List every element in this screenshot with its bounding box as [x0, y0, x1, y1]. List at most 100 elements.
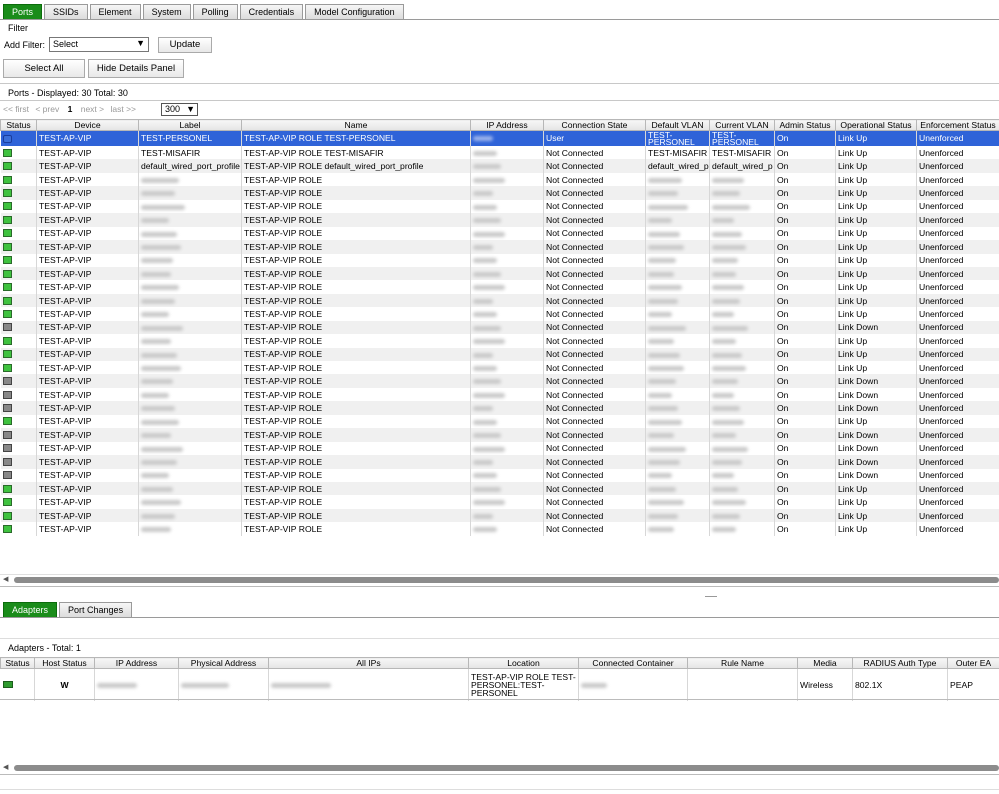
table-row[interactable]: TEST-AP-VIP TEST-AP-VIP ROLE Not Connected…	[0, 213, 999, 227]
column-header[interactable]: Enforcement Status	[916, 119, 999, 131]
column-header[interactable]: Current VLAN	[709, 119, 775, 131]
oper-cell: Link Up	[835, 495, 917, 509]
column-header[interactable]: Status	[0, 657, 35, 669]
table-row[interactable]: TEST-AP-VIP TEST-AP-VIP ROLE Not Connected…	[0, 428, 999, 442]
adapters-count: Adapters - Total: 1	[8, 643, 81, 653]
table-row[interactable]: TEST-AP-VIP TEST-AP-VIP ROLE Not Connected…	[0, 468, 999, 482]
connection-cell: Not Connected	[543, 307, 646, 321]
column-header[interactable]: Location	[468, 657, 579, 669]
table-row[interactable]: TEST-AP-VIP TEST-AP-VIP ROLE Not Connected…	[0, 414, 999, 429]
name-cell: TEST-AP-VIP ROLE	[241, 347, 471, 361]
label-cell	[138, 226, 242, 241]
table-row[interactable]: TEST-AP-VIP TEST-AP-VIP ROLE Not Connected…	[0, 495, 999, 509]
label-cell	[138, 253, 242, 267]
column-header[interactable]: Host Status	[34, 657, 95, 669]
port-down-icon	[2, 444, 12, 453]
select-all-button[interactable]: Select All	[3, 59, 85, 78]
table-row[interactable]: TEST-AP-VIP TEST-AP-VIP ROLE Not Connected…	[0, 280, 999, 294]
table-row[interactable]: TEST-AP-VIP TEST-AP-VIP ROLE Not Connected…	[0, 441, 999, 456]
left-arrow-icon[interactable]: ◀	[3, 763, 8, 771]
pager-prev[interactable]: < prev	[35, 104, 59, 114]
table-row[interactable]: TEST-AP-VIP TEST-AP-VIP ROLE Not Connected…	[0, 172, 999, 187]
ip-cell	[470, 441, 544, 456]
table-row[interactable]: TEST-AP-VIP TEST-AP-VIP ROLE Not Connected…	[0, 199, 999, 214]
port-up-icon	[2, 242, 12, 251]
column-header[interactable]: Connection State	[543, 119, 646, 131]
update-button[interactable]: Update	[158, 37, 212, 53]
column-header[interactable]: Name	[241, 119, 471, 131]
table-row[interactable]: TEST-AP-VIP TEST-AP-VIP ROLE Not Connected…	[0, 522, 999, 536]
table-row[interactable]: TEST-AP-VIP TEST-AP-VIP ROLE Not Connected…	[0, 334, 999, 348]
hide-details-button[interactable]: Hide Details Panel	[88, 59, 184, 78]
table-row[interactable]: TEST-AP-VIP TEST-AP-VIP ROLE Not Connected…	[0, 320, 999, 335]
column-header[interactable]: IP Address	[470, 119, 544, 131]
column-header[interactable]: RADIUS Auth Type	[852, 657, 948, 669]
table-row[interactable]: TEST-AP-VIP TEST-AP-VIP ROLE Not Connected…	[0, 253, 999, 267]
tab-polling[interactable]: Polling	[192, 4, 238, 19]
column-header[interactable]: Rule Name	[687, 657, 798, 669]
status-cell	[0, 334, 37, 348]
pager-last[interactable]: last >>	[111, 104, 137, 114]
table-row[interactable]: TEST-AP-VIP TEST-AP-VIP ROLE Not Connected…	[0, 455, 999, 469]
tab-element[interactable]: Element	[89, 4, 141, 19]
current-vlan-cell: TEST-PERSONEL	[709, 130, 775, 146]
table-row[interactable]: TEST-AP-VIP TEST-AP-VIP ROLE Not Connected…	[0, 307, 999, 321]
filter-select[interactable]: Select ▼	[49, 37, 149, 52]
table-row[interactable]: TEST-AP-VIP TEST-AP-VIP ROLE Not Connected…	[0, 293, 999, 308]
tab-credentials[interactable]: Credentials	[239, 4, 304, 19]
column-header[interactable]: IP Address	[94, 657, 179, 669]
table-row[interactable]: TEST-AP-VIP TEST-AP-VIP ROLE Not Connected…	[0, 347, 999, 361]
per-page-select[interactable]: 300 ▼	[161, 103, 198, 116]
tab-model-configuration[interactable]: Model Configuration	[305, 4, 404, 19]
table-row[interactable]: TEST-AP-VIP TEST-AP-VIP ROLE Not Connected…	[0, 401, 999, 415]
ports-hscrollbar[interactable]	[14, 577, 999, 583]
table-row[interactable]: TEST-AP-VIP TEST-AP-VIP ROLE Not Connected…	[0, 361, 999, 375]
tab-ports[interactable]: Ports	[3, 4, 43, 19]
table-row[interactable]: TEST-AP-VIP TEST-AP-VIP ROLE Not Connected…	[0, 226, 999, 241]
ip-cell	[470, 361, 544, 375]
column-header[interactable]: Physical Address	[178, 657, 269, 669]
pager-next[interactable]: next >	[81, 104, 104, 114]
adapter-row[interactable]: W TEST-AP-VIP ROLE TEST-PERSONEL:TEST-PE…	[0, 668, 999, 701]
enforcement-cell: Unenforced	[916, 226, 999, 241]
table-row[interactable]: TEST-AP-VIP TEST-AP-VIP ROLE Not Connected…	[0, 508, 999, 523]
column-header[interactable]: Operational Status	[835, 119, 917, 131]
column-header[interactable]: Admin Status	[774, 119, 836, 131]
table-row[interactable]: TEST-AP-VIP TEST-AP-VIP ROLE Not Connected…	[0, 387, 999, 402]
name-cell: TEST-AP-VIP ROLE	[241, 334, 471, 348]
table-row[interactable]: TEST-AP-VIP TEST-MISAFIR TEST-AP-VIP ROLE …	[0, 146, 999, 160]
connection-cell: Not Connected	[543, 172, 646, 187]
column-header[interactable]: Connected Container	[578, 657, 688, 669]
connection-cell: Not Connected	[543, 481, 646, 496]
table-row[interactable]: TEST-AP-VIP TEST-AP-VIP ROLE Not Connected…	[0, 240, 999, 254]
label-cell: default_wired_port_profile	[138, 159, 242, 173]
column-header[interactable]: Device	[36, 119, 139, 131]
enforcement-cell: Unenforced	[916, 455, 999, 469]
tab-adapters[interactable]: Adapters	[3, 602, 58, 617]
port-up-icon	[2, 256, 12, 265]
tab-port-changes[interactable]: Port Changes	[59, 602, 133, 617]
device-cell: TEST-AP-VIP	[36, 414, 139, 429]
column-header[interactable]: All IPs	[268, 657, 469, 669]
column-header[interactable]: Label	[138, 119, 242, 131]
tab-system[interactable]: System	[142, 4, 191, 19]
oper-cell: Link Up	[835, 266, 917, 281]
tab-ssids[interactable]: SSIDs	[44, 4, 88, 19]
admin-cell: On	[774, 428, 836, 442]
left-arrow-icon[interactable]: ◀	[3, 575, 8, 583]
column-header[interactable]: Status	[0, 119, 37, 131]
column-header[interactable]: Media	[797, 657, 853, 669]
column-header[interactable]: Default VLAN	[645, 119, 710, 131]
pager-first[interactable]: << first	[3, 104, 29, 114]
panel-splitter[interactable]	[705, 596, 717, 597]
table-row[interactable]: TEST-AP-VIP TEST-AP-VIP ROLE Not Connected…	[0, 374, 999, 388]
table-row[interactable]: TEST-AP-VIP TEST-AP-VIP ROLE Not Connected…	[0, 266, 999, 281]
adapters-hscrollbar[interactable]	[14, 765, 999, 771]
table-row[interactable]: TEST-AP-VIP TEST-PERSONEL TEST-AP-VIP ROLE…	[0, 130, 999, 146]
status-cell	[0, 280, 37, 294]
column-header[interactable]: Outer EA	[947, 657, 999, 669]
enforcement-cell: Unenforced	[916, 186, 999, 200]
table-row[interactable]: TEST-AP-VIP default_wired_port_profile TES…	[0, 159, 999, 173]
table-row[interactable]: TEST-AP-VIP TEST-AP-VIP ROLE Not Connected…	[0, 481, 999, 496]
table-row[interactable]: TEST-AP-VIP TEST-AP-VIP ROLE Not Connected…	[0, 186, 999, 200]
